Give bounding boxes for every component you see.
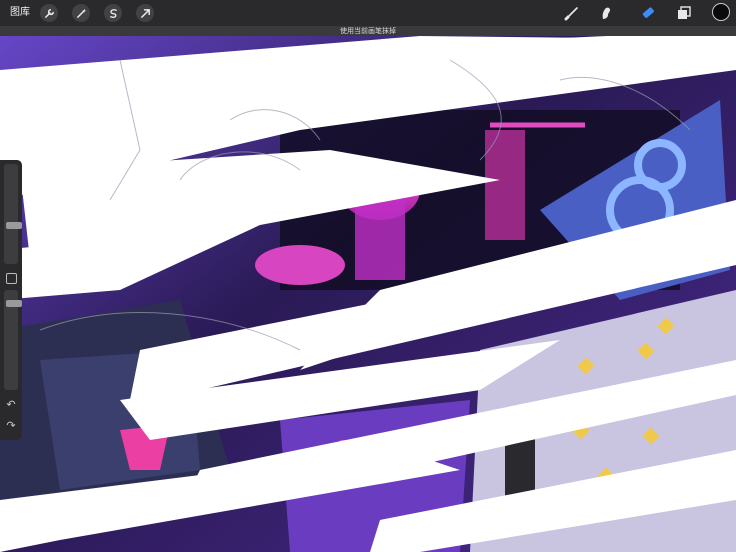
magic-wand-icon[interactable] [72,4,90,22]
drawing-canvas[interactable] [0,0,736,552]
smudge-icon[interactable] [596,3,616,23]
artwork [0,0,736,552]
modify-button[interactable] [6,273,17,284]
left-sidebar: ↶ ↷ [0,160,22,440]
tool-hint: 使用当前画笔抹掉 [0,26,736,36]
undo-icon[interactable]: ↶ [4,399,18,411]
wrench-icon[interactable] [40,4,58,22]
top-toolbar: 图库 [0,0,736,26]
brush-icon[interactable] [562,3,582,23]
gallery-button[interactable]: 图库 [10,6,30,20]
selection-icon[interactable] [104,4,122,22]
color-swatch[interactable] [712,3,730,21]
opacity-slider[interactable] [4,290,22,390]
transform-arrow-icon[interactable] [136,4,154,22]
opacity-thumb[interactable] [6,300,22,307]
brush-size-thumb[interactable] [6,222,22,229]
redo-icon[interactable]: ↷ [4,420,18,432]
layers-icon[interactable] [674,3,694,23]
brush-size-slider[interactable] [4,164,22,264]
eraser-icon[interactable] [638,3,658,23]
